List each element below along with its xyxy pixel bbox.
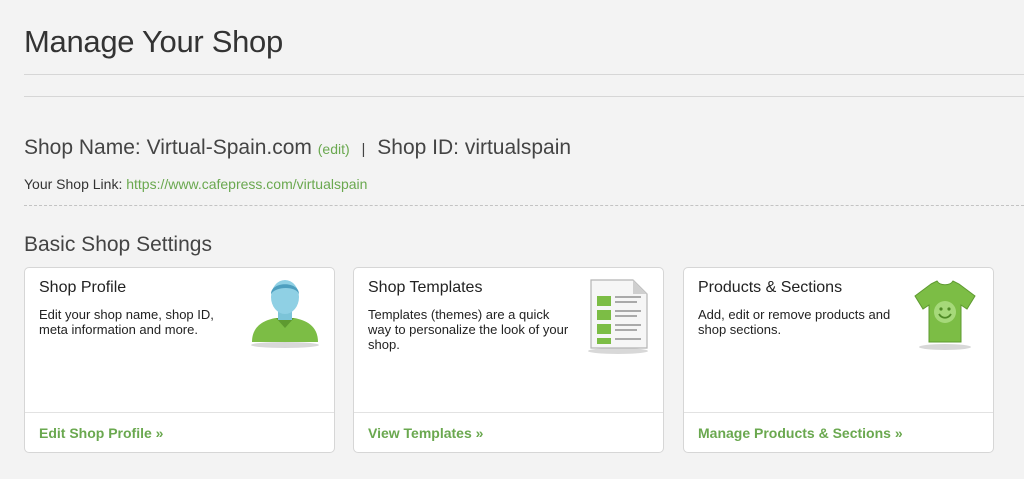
page-title: Manage Your Shop [24,24,283,59]
card-description: Edit your shop name, shop ID, meta infor… [39,307,214,337]
card-description: Add, edit or remove products and shop se… [698,307,891,337]
dashed-divider [24,205,1024,206]
shop-info-line: Shop Name: Virtual-Spain.com (edit) | Sh… [24,136,571,160]
card-description: Templates (themes) are a quick way to pe… [368,307,569,352]
tshirt-icon [907,276,983,355]
card-footer: Manage Products & Sections » [684,412,993,452]
card-shop-profile: Shop Profile Edit your shop name, shop I… [24,267,335,453]
view-templates-link[interactable]: View Templates » [368,425,483,441]
shop-name: Shop Name: Virtual-Spain.com [24,136,312,159]
edit-shop-profile-link[interactable]: Edit Shop Profile » [39,425,163,441]
shop-link-label: Your Shop Link: [24,176,123,192]
card-products-sections: Products & Sections Add, edit or remove … [683,267,994,453]
shop-link-url[interactable]: https://www.cafepress.com/virtualspain [126,176,367,192]
card-title: Shop Profile [39,279,127,296]
edit-shop-name-link[interactable]: (edit) [318,141,350,157]
document-template-icon [583,276,653,359]
card-title: Products & Sections [698,279,843,296]
card-title: Shop Templates [368,279,483,296]
card-footer: View Templates » [354,412,663,452]
manage-products-sections-link[interactable]: Manage Products & Sections » [698,425,903,441]
shop-link-line: Your Shop Link: https://www.cafepress.co… [24,176,367,192]
header-divider-secondary [24,96,1024,97]
header-divider [24,74,1024,75]
shop-id: Shop ID: virtualspain [377,136,572,159]
separator: | [361,141,366,158]
card-footer: Edit Shop Profile » [25,412,334,452]
user-profile-icon [246,276,324,353]
card-shop-templates: Shop Templates Templates (themes) are a … [353,267,664,453]
section-title-basic-settings: Basic Shop Settings [24,233,212,256]
